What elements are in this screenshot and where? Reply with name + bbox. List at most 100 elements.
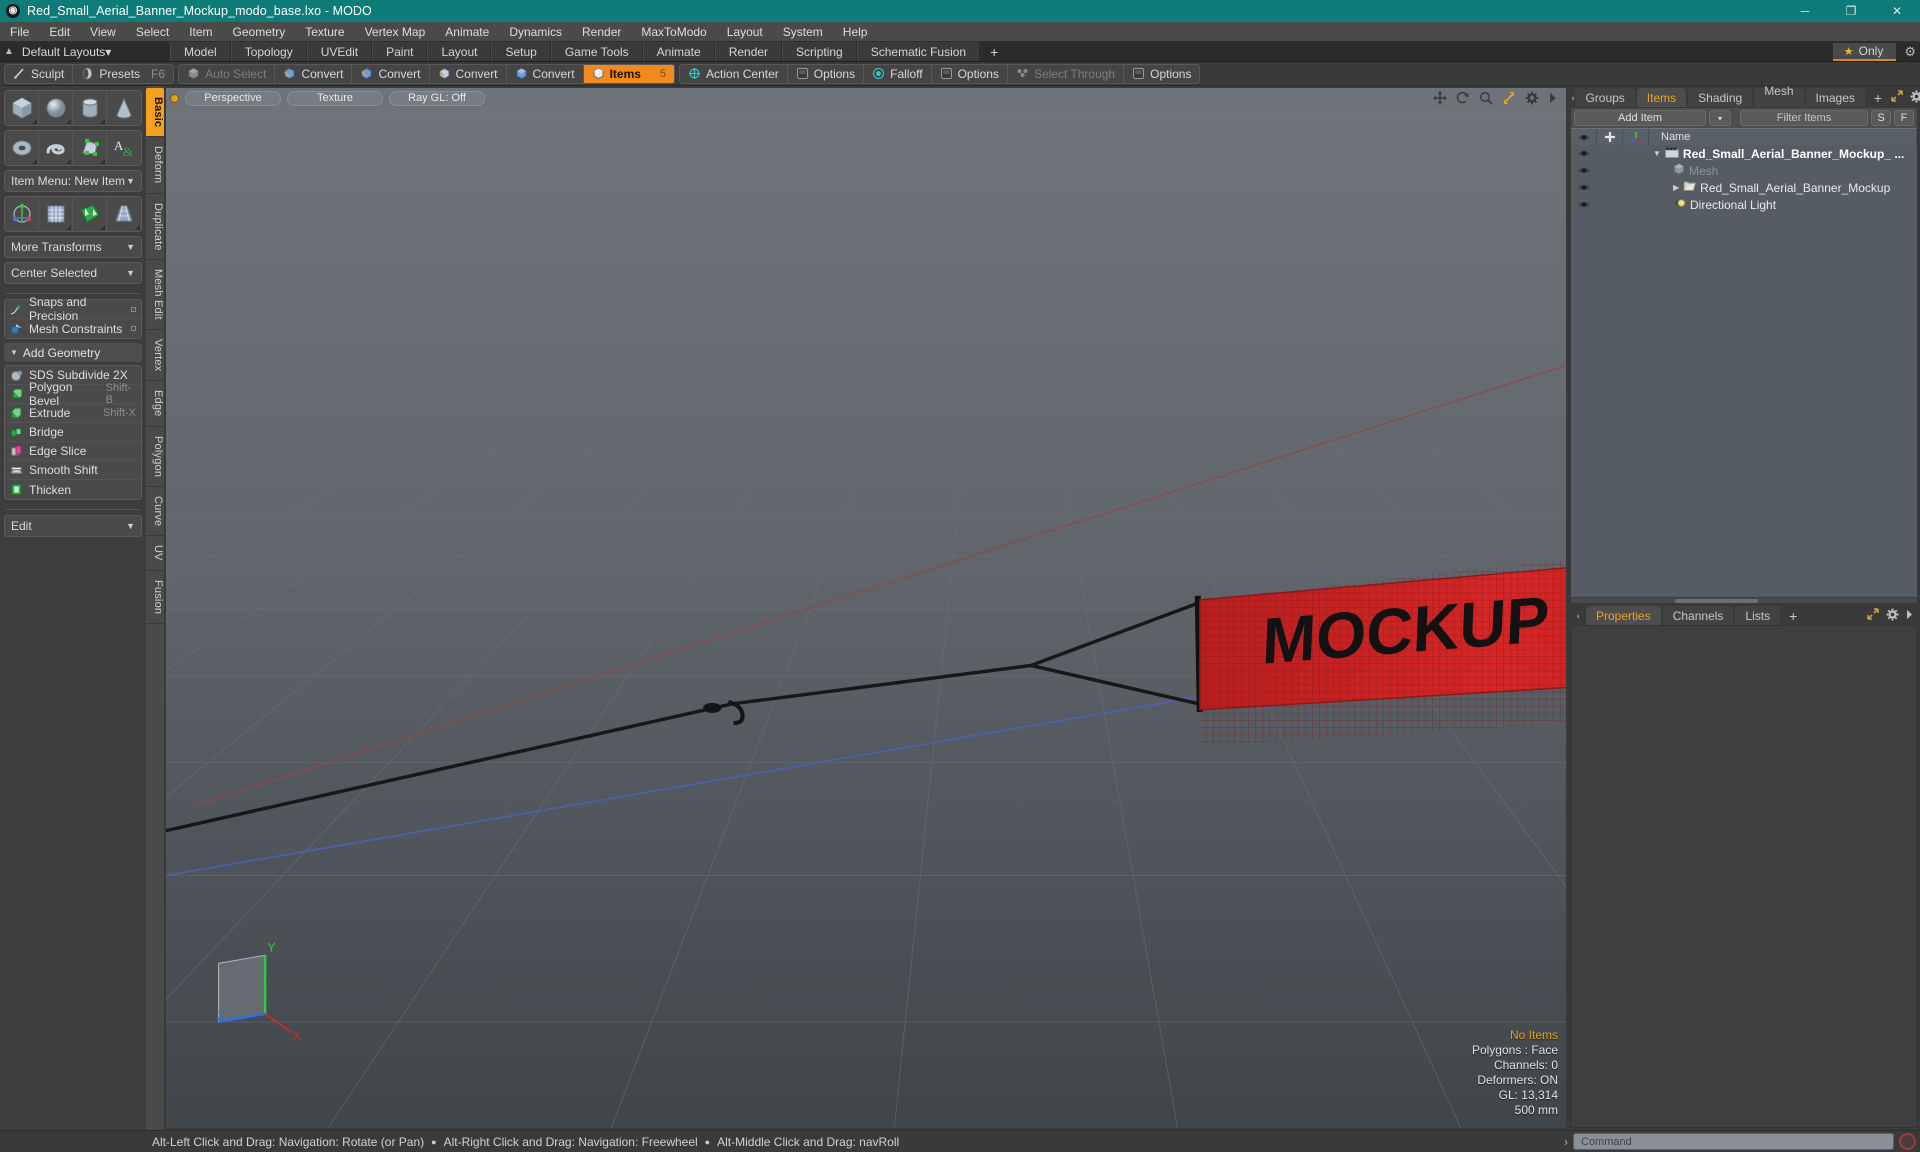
cylinder-tool-button[interactable]: [73, 91, 107, 125]
table-row[interactable]: ▼ Red_Small_Aerial_Banner_Mockup_ ...: [1571, 145, 1917, 162]
tab-mesh[interactable]: Mesh ...: [1754, 84, 1804, 112]
filter-f-button[interactable]: F: [1894, 110, 1914, 126]
column-visibility-header[interactable]: [1571, 129, 1597, 145]
layout-tab-layout[interactable]: Layout: [427, 42, 492, 61]
edge-slice-row[interactable]: Edge Slice: [5, 442, 141, 461]
menu-dynamics[interactable]: Dynamics: [499, 22, 572, 42]
row-visibility-toggle[interactable]: [1571, 179, 1597, 196]
layout-preset-area[interactable]: ▲ Default Layouts ▾: [0, 42, 170, 61]
auto-select-button[interactable]: Auto Select: [179, 64, 276, 83]
row-transform-cell[interactable]: [1623, 179, 1649, 196]
menu-animate[interactable]: Animate: [435, 22, 499, 42]
text-tool-button[interactable]: A &: [107, 131, 141, 165]
row-name-cell[interactable]: Directional Light: [1649, 196, 1917, 213]
select-through-options-button[interactable]: Options: [1124, 65, 1199, 83]
column-name-header[interactable]: Name: [1649, 129, 1917, 145]
viewport-projection-button[interactable]: Perspective: [185, 90, 281, 106]
menu-help[interactable]: Help: [833, 22, 878, 42]
item-menu-dropdown[interactable]: Item Menu: New Item ▼: [4, 170, 142, 192]
cube-tool-button[interactable]: [5, 91, 39, 125]
layout-tab-render[interactable]: Render: [714, 42, 783, 61]
action-center-options-button[interactable]: Options: [788, 64, 865, 83]
menu-system[interactable]: System: [773, 22, 833, 42]
tab-groups[interactable]: Groups: [1575, 88, 1635, 107]
expander-right-icon[interactable]: ▶: [1673, 183, 1679, 192]
gear-icon[interactable]: [1525, 91, 1539, 105]
vtab-mesh-edit[interactable]: Mesh Edit: [146, 260, 164, 331]
gear-icon[interactable]: [1886, 608, 1899, 624]
play-arrow-icon[interactable]: [1548, 92, 1558, 104]
layout-tab-schematic-fusion[interactable]: Schematic Fusion: [856, 42, 981, 61]
tab-shading[interactable]: Shading: [1688, 88, 1753, 107]
add-item-dropdown-button[interactable]: ▾: [1709, 110, 1731, 126]
vtab-uv[interactable]: UV: [146, 536, 164, 572]
more-transforms-dropdown[interactable]: More Transforms ▼: [4, 236, 142, 258]
menu-geometry[interactable]: Geometry: [223, 22, 296, 42]
vtab-duplicate[interactable]: Duplicate: [146, 193, 164, 261]
gear-icon[interactable]: ⚙: [1904, 44, 1916, 60]
vtab-curve[interactable]: Curve: [146, 487, 164, 537]
menu-edit[interactable]: Edit: [39, 22, 80, 42]
bridge-row[interactable]: Bridge: [5, 423, 141, 442]
row-lock-cell[interactable]: [1597, 179, 1623, 196]
add-properties-tab-button[interactable]: +: [1782, 606, 1804, 625]
command-input[interactable]: Command: [1573, 1133, 1894, 1150]
convert-vertex-button[interactable]: Convert: [275, 64, 353, 83]
menu-vertex-map[interactable]: Vertex Map: [355, 22, 436, 42]
row-visibility-toggle[interactable]: [1571, 145, 1597, 162]
row-visibility-toggle[interactable]: [1571, 196, 1597, 213]
close-button[interactable]: ✕: [1874, 0, 1920, 22]
collapse-arrow-icon[interactable]: ▲: [4, 46, 14, 57]
default-layouts-label[interactable]: Default Layouts: [22, 45, 105, 59]
add-layout-tab-button[interactable]: +: [980, 42, 1009, 61]
action-center-button[interactable]: Action Center: [680, 64, 788, 83]
tab-images[interactable]: Images: [1805, 88, 1865, 107]
snaps-and-precision-row[interactable]: Snaps and Precision: [5, 295, 141, 323]
add-item-button[interactable]: Add Item: [1574, 110, 1706, 126]
row-name-cell[interactable]: Mesh: [1649, 162, 1917, 179]
only-toggle-button[interactable]: ★ Only: [1832, 42, 1897, 61]
add-panel-tab-button[interactable]: +: [1867, 88, 1889, 107]
table-row[interactable]: ▶ Red_Small_Aerial_Banner_Mockup: [1571, 179, 1917, 196]
filter-s-button[interactable]: S: [1871, 110, 1891, 126]
viewport-shading-button[interactable]: Texture: [287, 90, 383, 106]
spiral-tool-button[interactable]: [39, 131, 73, 165]
items-horizontal-scrollbar[interactable]: [1571, 597, 1917, 603]
magnify-icon[interactable]: [1479, 91, 1493, 105]
chevron-down-icon[interactable]: ▾: [105, 45, 111, 59]
add-geometry-section-header[interactable]: ▼ Add Geometry: [4, 343, 142, 362]
vtab-edge[interactable]: Edge: [146, 381, 164, 427]
panel-menu-dot-icon[interactable]: ◖: [1570, 606, 1586, 625]
thicken-row[interactable]: Thicken: [5, 480, 141, 499]
sphere-tool-button[interactable]: [39, 91, 73, 125]
convert-polygon-button[interactable]: Convert: [430, 64, 507, 83]
layout-tab-animate[interactable]: Animate: [642, 42, 715, 61]
table-row[interactable]: Mesh: [1571, 162, 1917, 179]
table-row[interactable]: Directional Light: [1571, 196, 1917, 213]
row-name-cell[interactable]: ▶ Red_Small_Aerial_Banner_Mockup: [1649, 179, 1917, 196]
center-selected-dropdown[interactable]: Center Selected ▼: [4, 262, 142, 284]
menu-maxtomodo[interactable]: MaxToModo: [631, 22, 716, 42]
row-lock-cell[interactable]: [1597, 145, 1623, 162]
mesh-constraints-row[interactable]: Mesh Constraints: [5, 319, 141, 338]
smooth-shift-row[interactable]: Smooth Shift: [5, 461, 141, 480]
presets-button[interactable]: Presets F6: [73, 65, 173, 83]
row-name-cell[interactable]: ▼ Red_Small_Aerial_Banner_Mockup_ ...: [1649, 145, 1917, 162]
tab-lists[interactable]: Lists: [1735, 606, 1781, 625]
expand-icon[interactable]: [1867, 608, 1879, 623]
items-mode-button[interactable]: Items 5: [583, 64, 675, 83]
menu-item[interactable]: Item: [179, 22, 222, 42]
row-lock-cell[interactable]: [1597, 162, 1623, 179]
scrollbar-thumb[interactable]: [1674, 599, 1758, 603]
menu-texture[interactable]: Texture: [295, 22, 354, 42]
cone-tool-button[interactable]: [107, 91, 141, 125]
mesh-grid-tool-button[interactable]: [39, 197, 73, 231]
row-lock-cell[interactable]: [1597, 196, 1623, 213]
convert-edge-button[interactable]: Convert: [352, 64, 430, 83]
menu-view[interactable]: View: [80, 22, 126, 42]
expander-down-icon[interactable]: ▼: [1653, 149, 1661, 158]
polygon-bevel-row[interactable]: Polygon Bevel Shift-B: [5, 380, 141, 408]
menu-file[interactable]: File: [0, 22, 39, 42]
layout-tab-setup[interactable]: Setup: [491, 42, 551, 61]
menu-select[interactable]: Select: [126, 22, 179, 42]
